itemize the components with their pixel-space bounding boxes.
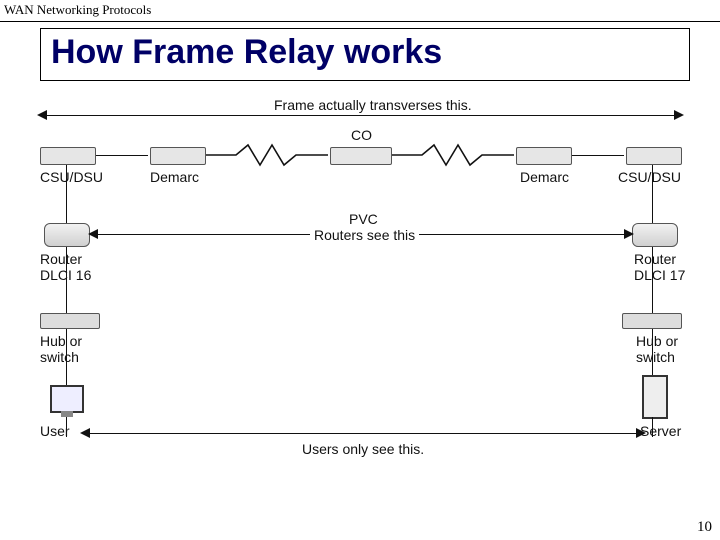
- arrow-left-icon: [88, 229, 98, 239]
- conn-line: [572, 155, 624, 156]
- top-caption: Frame actually transverses this.: [270, 97, 476, 113]
- title-box: How Frame Relay works: [40, 28, 690, 81]
- bottom-caption: Users only see this.: [302, 441, 424, 457]
- left-csu-device-icon: [40, 147, 96, 165]
- arrow-left-icon: [37, 110, 47, 120]
- left-hub-icon: [40, 313, 100, 329]
- right-demarc-device-icon: [516, 147, 572, 165]
- right-router-icon: [632, 223, 678, 247]
- right-hub-icon: [622, 313, 682, 329]
- right-router-label: Router: [634, 251, 676, 267]
- arrow-right-icon: [674, 110, 684, 120]
- server-label: Server: [640, 423, 681, 439]
- arrow-left-icon: [80, 428, 90, 438]
- left-csu-label: CSU/DSU: [40, 169, 103, 185]
- left-hub-label1: Hub or: [40, 333, 82, 349]
- conn-line: [66, 165, 67, 223]
- page-title: How Frame Relay works: [51, 33, 679, 72]
- left-router-label: Router: [40, 251, 82, 267]
- breadcrumb: WAN Networking Protocols: [0, 0, 720, 22]
- left-demarc-label: Demarc: [150, 169, 199, 185]
- routers-see-label: Routers see this: [310, 227, 419, 243]
- conn-line: [652, 247, 653, 313]
- breadcrumb-text: WAN Networking Protocols: [4, 2, 151, 17]
- arrow-right-icon: [624, 229, 634, 239]
- co-label: CO: [351, 127, 372, 143]
- left-router-icon: [44, 223, 90, 247]
- right-csu-label: CSU/DSU: [618, 169, 681, 185]
- user-label: User: [40, 423, 70, 439]
- left-demarc-device-icon: [150, 147, 206, 165]
- server-icon: [642, 375, 668, 419]
- conn-line: [652, 329, 653, 375]
- co-device-icon: [330, 147, 392, 165]
- right-csu-device-icon: [626, 147, 682, 165]
- lightning-link-icon: [206, 143, 328, 167]
- conn-line: [66, 247, 67, 313]
- right-demarc-label: Demarc: [520, 169, 569, 185]
- right-dlci-label: DLCI 17: [634, 267, 685, 283]
- top-span-line: [46, 115, 674, 116]
- pvc-label: PVC: [345, 211, 382, 227]
- bottom-span-line: [88, 433, 636, 434]
- frame-relay-diagram: Frame actually transverses this. CO CSU/…: [40, 103, 690, 478]
- left-hub-label2: switch: [40, 349, 79, 365]
- conn-line: [96, 155, 148, 156]
- lightning-link-icon: [392, 143, 514, 167]
- page-number: 10: [697, 519, 712, 536]
- user-computer-icon: [50, 385, 84, 413]
- right-hub-label1: Hub or: [636, 333, 678, 349]
- conn-line: [66, 329, 67, 385]
- right-hub-label2: switch: [636, 349, 675, 365]
- conn-line: [652, 165, 653, 223]
